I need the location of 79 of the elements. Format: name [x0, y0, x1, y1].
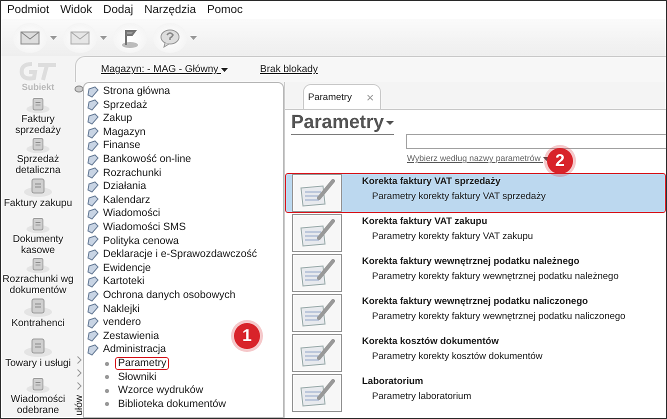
menu-item[interactable]: Pomoc	[206, 4, 243, 16]
tree-item[interactable]: Rozrachunki	[87, 166, 162, 180]
item-title: Korekta faktury VAT zakupu	[362, 216, 488, 227]
nav-item[interactable]: Wiadomości odebrane	[1, 376, 75, 416]
logo-text: Subiekt	[22, 82, 54, 92]
tree-item[interactable]: Ochrona danych osobowych	[87, 288, 236, 302]
caret-icon	[221, 68, 228, 72]
tree-item[interactable]: Kalendarz	[87, 194, 150, 208]
nav-item[interactable]: Faktury sprzedaży	[1, 96, 75, 136]
envelope-icon	[19, 28, 41, 46]
step-badge: 1	[234, 323, 260, 349]
tree-item[interactable]: Wiadomości	[87, 207, 160, 221]
item-description: Parametry korekty faktury VAT sprzedaży	[371, 191, 546, 202]
nav-item[interactable]: Rozrachunki wg dokumentów	[1, 256, 75, 296]
tree-item[interactable]: Zakup	[87, 112, 132, 126]
panel-label: ułów	[74, 395, 84, 416]
help-icon	[159, 28, 181, 48]
tree-item[interactable]: Magazyn	[87, 126, 146, 140]
search-field[interactable]	[406, 134, 666, 149]
item-description: Parametry korekty kosztów dokumentów	[371, 351, 543, 362]
tree-item[interactable]: Działania	[87, 180, 146, 194]
item-description: Parametry korekty faktury wewnętrznej podatku należnego	[371, 271, 619, 282]
parameter-item[interactable]: Laboratorium Parametry laboratorium	[285, 373, 666, 413]
document-icon	[23, 336, 53, 358]
nav-item[interactable]: Kontrahenci	[1, 296, 75, 336]
page-title[interactable]: Parametry	[291, 112, 394, 135]
tree-item[interactable]: Wzorce wydruków	[115, 384, 206, 398]
menu-item[interactable]: Podmiot	[7, 4, 50, 16]
nav-item[interactable]: Towary i usługi	[1, 336, 75, 376]
tree-item[interactable]: Deklaracje i e-Sprawozdawczość	[87, 248, 258, 262]
document-icon	[23, 176, 53, 198]
menu-item[interactable]: Narzędzia	[144, 4, 196, 16]
parameter-item[interactable]: Korekta faktury VAT zakupu Parametry korekty faktury VAT zakupu	[285, 213, 666, 253]
tree-item[interactable]: Ewidencje	[87, 262, 151, 276]
tree-item[interactable]: Administracja	[87, 343, 166, 357]
bullet-icon	[105, 375, 109, 380]
parameter-item[interactable]: Korekta faktury VAT sprzedaży Parametry korekty faktury VAT sprzedaży	[285, 173, 666, 213]
step-badge: 2	[547, 148, 573, 174]
nav-item[interactable]: Sprzedaż detaliczna	[1, 136, 75, 176]
item-title: Laboratorium	[362, 376, 424, 387]
envelope-icon	[69, 28, 91, 46]
tree-item[interactable]: Naklejki	[87, 302, 140, 316]
lock-link[interactable]: Brak blokady	[260, 64, 318, 75]
caret-icon[interactable]	[100, 36, 107, 40]
tab[interactable]: Parametry ×	[303, 84, 381, 109]
tree-item[interactable]: Polityka cenowa	[87, 234, 179, 248]
tree-item[interactable]: Wiadomości SMS	[87, 220, 186, 235]
bullet-icon	[105, 388, 109, 393]
item-description: Parametry korekty faktury wewnętrznej podatku naliczonego	[371, 311, 626, 322]
bullet-icon	[105, 402, 109, 406]
menu-item[interactable]: Widok	[60, 4, 92, 16]
tree-item[interactable]: Kartoteki	[87, 275, 144, 289]
item-description: Parametry laboratorium	[371, 391, 472, 402]
item-title: Korekta kosztów dokumentów	[362, 336, 500, 347]
menu-item[interactable]: Dodaj	[103, 4, 134, 16]
item-title: Korekta faktury VAT sprzedaży	[362, 176, 502, 187]
tree-item[interactable]: vendero	[87, 316, 141, 330]
tree-item[interactable]: Zestawienia	[87, 330, 160, 344]
tree-item[interactable]: Bankowość on-line	[87, 152, 192, 167]
bullet-icon	[105, 362, 109, 366]
caret-icon[interactable]	[50, 36, 57, 40]
parameter-item[interactable]: Korekta faktury wewnętrznej podatku naliczonego Parametry korekty faktury wewnętrznej podatku naliczonego	[285, 293, 666, 333]
tree-item[interactable]: Strona główna	[87, 85, 170, 99]
item-title: Korekta faktury wewnętrznej podatku naliczonego	[362, 296, 589, 307]
nav-item[interactable]: Faktury zakupu	[1, 176, 75, 216]
tree-item[interactable]: Biblioteka dokumentów	[115, 398, 229, 411]
tree-item[interactable]: Sprzedaż	[87, 98, 148, 112]
parameter-item[interactable]: Korekta kosztów dokumentów Parametry korekty kosztów dokumentów	[285, 333, 666, 373]
parameter-item[interactable]: Korekta faktury wewnętrznej podatku należnego Parametry korekty faktury wewnętrznej podatku należnego	[285, 253, 666, 293]
caret-icon	[386, 121, 394, 125]
warehouse-selector[interactable]: Magazyn: - MAG - Główny	[101, 64, 228, 75]
item-title: Korekta faktury wewnętrznej podatku należnego	[362, 256, 580, 267]
tree-item[interactable]: Finanse	[87, 139, 140, 153]
nav-item[interactable]: Dokumenty kasowe	[1, 216, 75, 256]
caret-icon[interactable]	[190, 36, 197, 40]
tree-item[interactable]: Słowniki	[115, 370, 160, 384]
document-icon	[23, 296, 53, 318]
item-description: Parametry korekty faktury VAT zakupu	[371, 231, 534, 242]
tree-item[interactable]: Parametry	[115, 357, 170, 370]
